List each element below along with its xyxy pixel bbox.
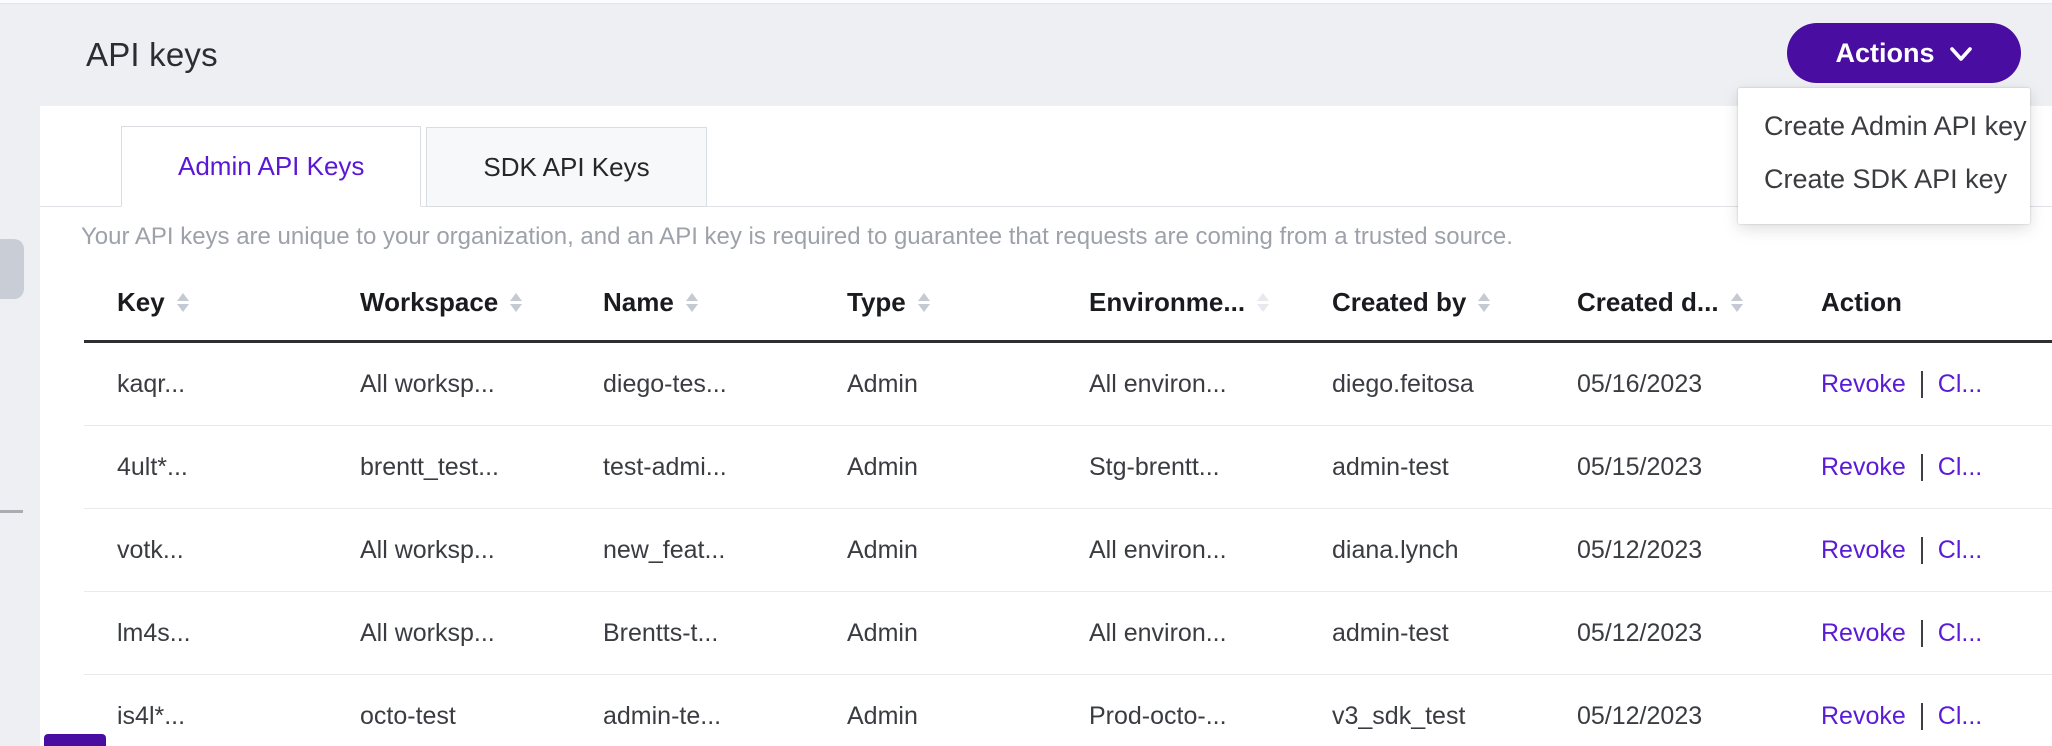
cell-created-by: admin-test xyxy=(1332,453,1577,482)
cell-key: 4ult*... xyxy=(84,453,360,482)
column-header-environment[interactable]: Environme... xyxy=(1089,287,1332,318)
cell-created-date: 05/12/2023 xyxy=(1577,619,1821,648)
sort-icon[interactable] xyxy=(918,293,930,312)
revoke-link[interactable]: Revoke xyxy=(1821,536,1906,565)
column-header-created-date[interactable]: Created d... xyxy=(1577,287,1821,318)
cell-type: Admin xyxy=(847,536,1089,565)
clone-link[interactable]: Cl... xyxy=(1938,536,1982,565)
column-header-type[interactable]: Type xyxy=(847,287,1089,318)
clone-link[interactable]: Cl... xyxy=(1938,702,1982,731)
cell-created-date: 05/12/2023 xyxy=(1577,702,1821,731)
cell-workspace: All worksp... xyxy=(360,370,603,399)
tab-admin-api-keys[interactable]: Admin API Keys xyxy=(121,126,421,207)
cell-created-date: 05/15/2023 xyxy=(1577,453,1821,482)
cell-name: Brentts-t... xyxy=(603,619,847,648)
cell-workspace: brentt_test... xyxy=(360,453,603,482)
revoke-link[interactable]: Revoke xyxy=(1821,702,1906,731)
sort-icon[interactable] xyxy=(510,293,522,312)
cell-workspace: All worksp... xyxy=(360,619,603,648)
cell-created-date: 05/16/2023 xyxy=(1577,370,1821,399)
cell-environment: All environ... xyxy=(1089,536,1332,565)
clone-link[interactable]: Cl... xyxy=(1938,619,1982,648)
sort-icon[interactable] xyxy=(1478,293,1490,312)
tab-sdk-api-keys[interactable]: SDK API Keys xyxy=(426,127,706,207)
action-divider xyxy=(1921,703,1923,730)
cell-key: lm4s... xyxy=(84,619,360,648)
actions-button[interactable]: Actions xyxy=(1787,23,2021,83)
sort-icon[interactable] xyxy=(1257,293,1269,312)
actions-button-label: Actions xyxy=(1835,38,1934,69)
table-row: 4ult*... brentt_test... test-admi... Adm… xyxy=(84,426,2052,509)
description-text: Your API keys are unique to your organiz… xyxy=(81,223,2052,251)
cell-name: admin-te... xyxy=(603,702,847,731)
cell-key: kaqr... xyxy=(84,370,360,399)
cell-action: Revoke Cl... xyxy=(1821,370,2052,399)
menu-item-create-admin-api-key[interactable]: Create Admin API key xyxy=(1738,100,2030,153)
action-divider xyxy=(1921,454,1923,481)
cell-environment: All environ... xyxy=(1089,619,1332,648)
action-divider xyxy=(1921,620,1923,647)
cell-action: Revoke Cl... xyxy=(1821,702,2052,731)
revoke-link[interactable]: Revoke xyxy=(1821,619,1906,648)
column-header-created-by[interactable]: Created by xyxy=(1332,287,1577,318)
cell-created-by: diana.lynch xyxy=(1332,536,1577,565)
column-header-key[interactable]: Key xyxy=(84,287,360,318)
api-keys-page: API keys Actions Create Admin API key Cr… xyxy=(0,0,2052,746)
table-header-row: Key Workspace Name Type Environme... xyxy=(84,287,2052,343)
cell-key: is4l*... xyxy=(84,702,360,731)
cell-action: Revoke Cl... xyxy=(1821,453,2052,482)
actions-dropdown-menu: Create Admin API key Create SDK API key xyxy=(1738,88,2030,224)
clone-link[interactable]: Cl... xyxy=(1938,370,1982,399)
cell-name: diego-tes... xyxy=(603,370,847,399)
table-row: kaqr... All worksp... diego-tes... Admin… xyxy=(84,343,2052,426)
cell-environment: Prod-octo-... xyxy=(1089,702,1332,731)
cell-created-by: v3_sdk_test xyxy=(1332,702,1577,731)
cell-environment: Stg-brentt... xyxy=(1089,453,1332,482)
cell-workspace: All worksp... xyxy=(360,536,603,565)
action-divider xyxy=(1921,371,1923,398)
side-scroll-handle[interactable] xyxy=(0,239,24,299)
cell-type: Admin xyxy=(847,370,1089,399)
cell-type: Admin xyxy=(847,619,1089,648)
chevron-down-icon xyxy=(1949,39,1973,70)
cell-created-by: admin-test xyxy=(1332,619,1577,648)
cell-created-by: diego.feitosa xyxy=(1332,370,1577,399)
cell-created-date: 05/12/2023 xyxy=(1577,536,1821,565)
column-header-name[interactable]: Name xyxy=(603,287,847,318)
menu-item-create-sdk-api-key[interactable]: Create SDK API key xyxy=(1738,153,2030,206)
column-header-workspace[interactable]: Workspace xyxy=(360,287,603,318)
top-divider xyxy=(0,0,2052,4)
page-title: API keys xyxy=(86,36,218,74)
sort-icon[interactable] xyxy=(686,293,698,312)
table-row: lm4s... All worksp... Brentts-t... Admin… xyxy=(84,592,2052,675)
bottom-accent-bar xyxy=(44,734,106,746)
clone-link[interactable]: Cl... xyxy=(1938,453,1982,482)
sort-icon[interactable] xyxy=(1731,293,1743,312)
table-row: votk... All worksp... new_feat... Admin … xyxy=(84,509,2052,592)
cell-workspace: octo-test xyxy=(360,702,603,731)
cell-type: Admin xyxy=(847,702,1089,731)
sort-icon[interactable] xyxy=(177,293,189,312)
table-row: is4l*... octo-test admin-te... Admin Pro… xyxy=(84,675,2052,746)
side-divider-dash xyxy=(0,510,23,513)
column-header-action: Action xyxy=(1821,287,2052,318)
cell-action: Revoke Cl... xyxy=(1821,619,2052,648)
action-divider xyxy=(1921,537,1923,564)
cell-action: Revoke Cl... xyxy=(1821,536,2052,565)
revoke-link[interactable]: Revoke xyxy=(1821,370,1906,399)
cell-name: new_feat... xyxy=(603,536,847,565)
api-keys-table: Key Workspace Name Type Environme... xyxy=(84,287,2052,746)
cell-environment: All environ... xyxy=(1089,370,1332,399)
revoke-link[interactable]: Revoke xyxy=(1821,453,1906,482)
cell-name: test-admi... xyxy=(603,453,847,482)
cell-type: Admin xyxy=(847,453,1089,482)
cell-key: votk... xyxy=(84,536,360,565)
